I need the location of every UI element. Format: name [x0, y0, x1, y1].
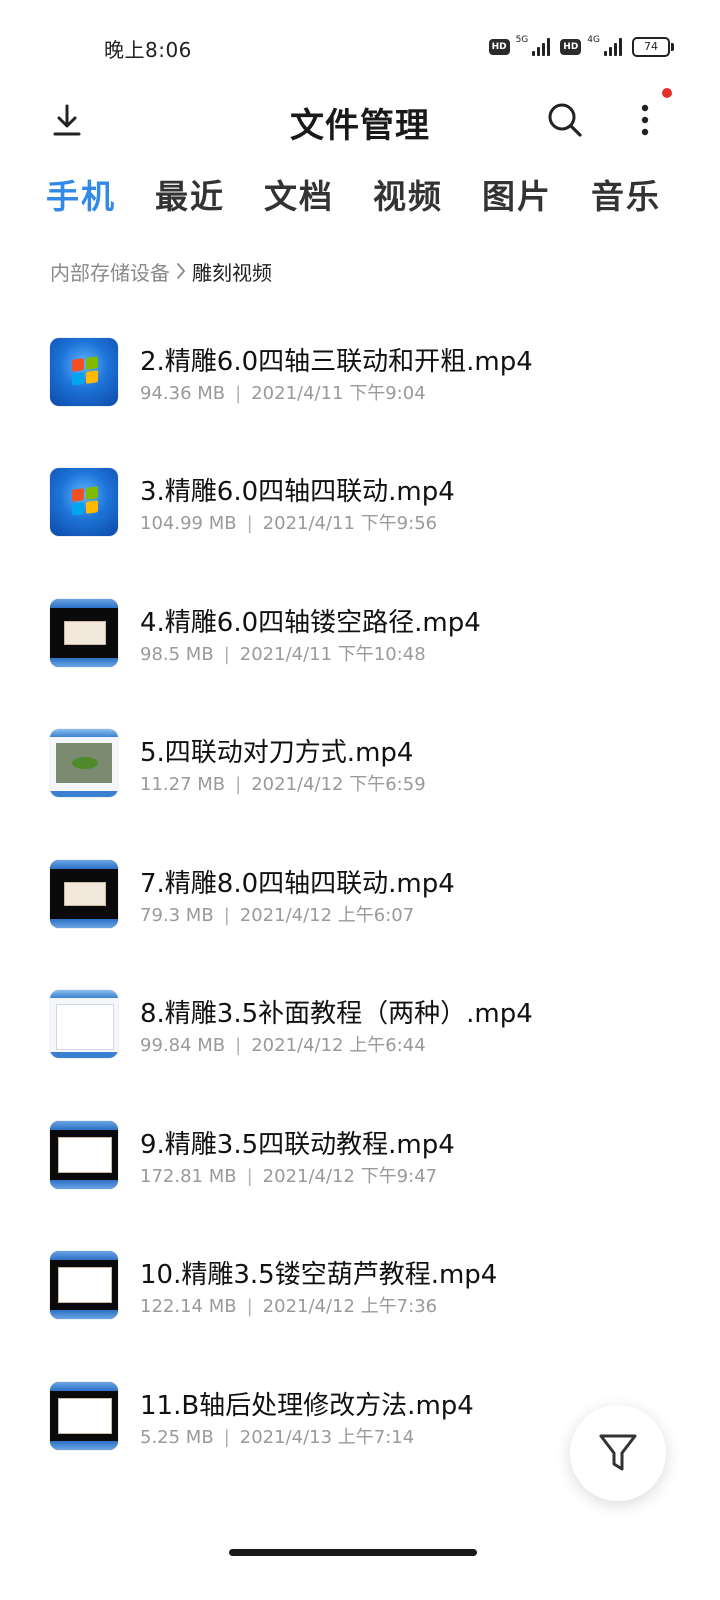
file-size: 11.27 MB — [140, 774, 226, 795]
video-thumbnail — [50, 468, 118, 536]
file-name: 11.B轴后处理修改方法.mp4 — [140, 1391, 474, 1421]
file-date: 2021/4/11 下午10:48 — [239, 644, 426, 665]
hd-badge: HD — [560, 39, 582, 55]
file-meta: 94.36 MB | 2021/4/11 下午9:04 — [140, 383, 426, 404]
home-indicator[interactable] — [229, 1549, 477, 1556]
notification-dot — [662, 88, 672, 98]
filter-icon — [599, 1434, 637, 1471]
search-button[interactable] — [543, 98, 587, 142]
file-size: 98.5 MB — [140, 644, 214, 665]
file-meta: 104.99 MB | 2021/4/11 下午9:56 — [140, 513, 438, 534]
search-icon — [548, 103, 582, 137]
page-title: 文件管理 — [290, 106, 430, 146]
file-date: 2021/4/12 下午9:47 — [262, 1166, 438, 1187]
tab-phone[interactable]: 手机 — [46, 170, 116, 218]
file-name: 10.精雕3.5镂空葫芦教程.mp4 — [140, 1260, 498, 1290]
file-row[interactable]: 10.精雕3.5镂空葫芦教程.mp4 122.14 MB | 2021/4/12 上… — [0, 1248, 720, 1358]
video-thumbnail — [50, 338, 118, 406]
tab-documents[interactable]: 文档 — [264, 170, 334, 218]
windows-logo-icon — [72, 356, 98, 386]
file-row[interactable]: 4.精雕6.0四轴镂空路径.mp4 98.5 MB | 2021/4/11 下午10… — [0, 596, 720, 706]
signal-icon — [532, 38, 551, 56]
app-header: 文件管理 — [0, 90, 720, 150]
battery-icon: 74 — [632, 37, 674, 57]
file-meta: 122.14 MB | 2021/4/12 上午7:36 — [140, 1296, 438, 1317]
video-thumbnail — [50, 1251, 118, 1319]
breadcrumb: 内部存储设备 雕刻视频 — [50, 256, 272, 286]
file-meta: 172.81 MB | 2021/4/12 下午9:47 — [140, 1166, 438, 1187]
video-thumbnail — [50, 1121, 118, 1189]
filter-button[interactable] — [570, 1405, 666, 1501]
file-size: 5.25 MB — [140, 1427, 214, 1448]
tab-images[interactable]: 图片 — [482, 170, 552, 218]
file-size: 104.99 MB — [140, 513, 237, 534]
file-name: 5.四联动对刀方式.mp4 — [140, 738, 414, 768]
file-name: 2.精雕6.0四轴三联动和开粗.mp4 — [140, 347, 533, 377]
file-date: 2021/4/12 下午6:59 — [251, 774, 426, 795]
file-name: 4.精雕6.0四轴镂空路径.mp4 — [140, 608, 481, 638]
video-thumbnail — [50, 599, 118, 667]
file-name: 7.精雕8.0四轴四联动.mp4 — [140, 869, 455, 899]
file-size: 122.14 MB — [140, 1296, 237, 1317]
file-name: 3.精雕6.0四轴四联动.mp4 — [140, 477, 455, 507]
file-size: 94.36 MB — [140, 383, 226, 404]
status-bar: 晚上8:06 HD 5G HD 4G 74 — [0, 0, 720, 90]
file-meta: 79.3 MB | 2021/4/12 上午6:07 — [140, 905, 415, 926]
network-type-label: 5G — [515, 35, 529, 45]
status-time: 晚上8:06 — [104, 38, 192, 62]
file-row[interactable]: 2.精雕6.0四轴三联动和开粗.mp4 94.36 MB | 2021/4/11 下… — [0, 335, 720, 445]
video-thumbnail — [50, 990, 118, 1058]
file-date: 2021/4/13 上午7:14 — [239, 1427, 415, 1448]
category-tabs: 手机 最近 文档 视频 图片 音乐 — [0, 170, 720, 226]
file-date: 2021/4/11 下午9:56 — [262, 513, 438, 534]
file-meta: 99.84 MB | 2021/4/12 上午6:44 — [140, 1035, 426, 1056]
file-row[interactable]: 9.精雕3.5四联动教程.mp4 172.81 MB | 2021/4/12 下午9… — [0, 1118, 720, 1228]
hd-badge: HD — [488, 39, 510, 55]
more-vertical-icon — [641, 104, 649, 136]
file-row[interactable]: 5.四联动对刀方式.mp4 11.27 MB | 2021/4/12 下午6:59 — [0, 726, 720, 836]
tab-recent[interactable]: 最近 — [155, 170, 225, 218]
breadcrumb-current: 雕刻视频 — [192, 260, 272, 285]
tab-music[interactable]: 音乐 — [591, 170, 661, 218]
video-thumbnail — [50, 1382, 118, 1450]
file-date: 2021/4/12 上午6:44 — [251, 1035, 426, 1056]
file-row[interactable]: 7.精雕8.0四轴四联动.mp4 79.3 MB | 2021/4/12 上午6:0… — [0, 857, 720, 967]
tab-videos[interactable]: 视频 — [373, 170, 443, 218]
file-date: 2021/4/11 下午9:04 — [251, 383, 426, 404]
video-thumbnail — [50, 860, 118, 928]
status-indicators: HD 5G HD 4G 74 — [488, 34, 674, 60]
file-name: 8.精雕3.5补面教程（两种）.mp4 — [140, 999, 533, 1029]
file-size: 79.3 MB — [140, 905, 214, 926]
file-date: 2021/4/12 上午7:36 — [262, 1296, 438, 1317]
windows-logo-icon — [72, 486, 98, 516]
file-meta: 98.5 MB | 2021/4/11 下午10:48 — [140, 644, 426, 665]
chevron-right-icon — [176, 262, 186, 280]
file-name: 9.精雕3.5四联动教程.mp4 — [140, 1130, 455, 1160]
file-row[interactable]: 3.精雕6.0四轴四联动.mp4 104.99 MB | 2021/4/11 下午9… — [0, 465, 720, 575]
file-meta: 5.25 MB | 2021/4/13 上午7:14 — [140, 1427, 415, 1448]
video-thumbnail — [50, 729, 118, 797]
file-meta: 11.27 MB | 2021/4/12 下午6:59 — [140, 774, 426, 795]
signal-icon — [604, 38, 622, 56]
file-size: 172.81 MB — [140, 1166, 237, 1187]
file-date: 2021/4/12 上午6:07 — [239, 905, 415, 926]
more-options-button[interactable] — [623, 98, 667, 142]
file-row[interactable]: 8.精雕3.5补面教程（两种）.mp4 99.84 MB | 2021/4/12 上… — [0, 987, 720, 1097]
network-type-label: 4G — [587, 35, 600, 45]
file-size: 99.84 MB — [140, 1035, 226, 1056]
breadcrumb-root[interactable]: 内部存储设备 — [50, 257, 170, 286]
